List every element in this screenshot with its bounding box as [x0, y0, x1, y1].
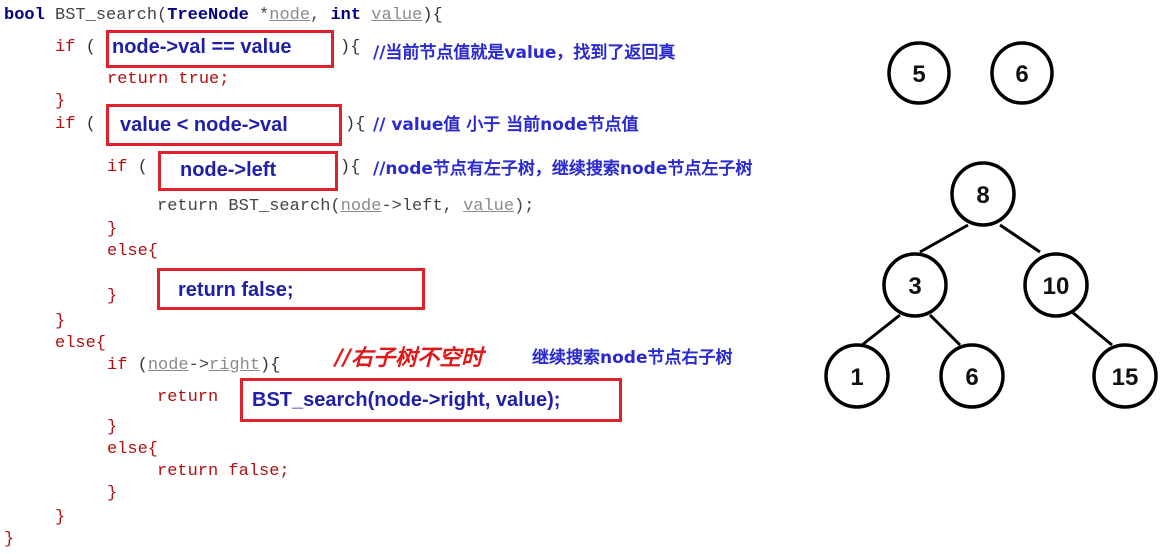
tree-node-left-left: 1: [824, 343, 890, 409]
tree-node-right: 10: [1023, 252, 1089, 318]
node-label: 10: [1043, 273, 1070, 300]
node-label: 5: [912, 61, 925, 88]
tree-edge-10-15: [1071, 310, 1113, 347]
tree-node-left: 3: [882, 252, 948, 318]
node-label: 3: [908, 273, 921, 300]
tree-node-right-right: 15: [1092, 343, 1158, 409]
bst-diagram: 5 6 8 3 10 1 6 15: [824, 41, 1158, 409]
standalone-node-6: 6: [990, 41, 1054, 105]
node-label: 15: [1112, 364, 1139, 391]
tree-edge-3-1: [861, 313, 901, 347]
node-label: 6: [965, 364, 978, 391]
tree-node-root: 8: [950, 161, 1016, 227]
tree-edge-8-3: [919, 223, 969, 254]
tree-edge-8-10: [999, 223, 1041, 254]
node-label: 1: [850, 364, 863, 391]
node-label: 6: [1015, 61, 1028, 88]
node-label: 8: [976, 182, 989, 209]
standalone-node-5: 5: [887, 41, 951, 105]
tree-node-left-right: 6: [939, 343, 1005, 409]
tree-edge-3-6: [928, 313, 962, 347]
